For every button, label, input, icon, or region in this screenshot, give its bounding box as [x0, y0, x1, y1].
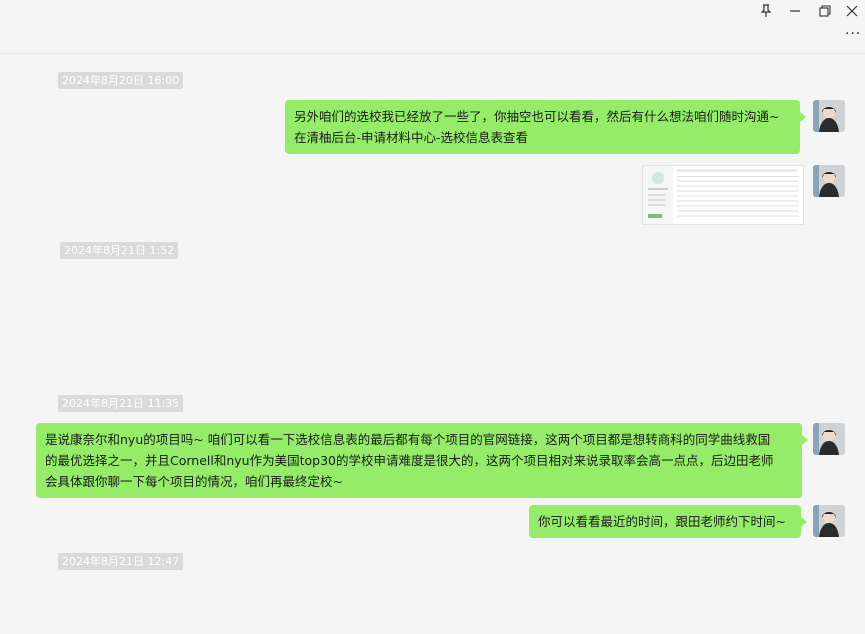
more-icon[interactable]: ···	[845, 26, 861, 42]
close-icon[interactable]	[838, 0, 865, 22]
avatar[interactable]	[813, 165, 845, 197]
message-text: 的最优选择之一，并且Cornell和nyu作为美国top30的学校申请难度是很大…	[45, 453, 774, 468]
timestamp: 2024年8月20日 16:00	[58, 72, 184, 89]
message-text: 是说康奈尔和nyu的项目吗~ 咱们可以看一下选校信息表的最后都有每个项目的官网链…	[45, 432, 771, 447]
message-bubble-outgoing[interactable]: 是说康奈尔和nyu的项目吗~ 咱们可以看一下选校信息表的最后都有每个项目的官网链…	[36, 423, 808, 498]
timestamp: 2024年8月21日 12:47	[58, 553, 184, 570]
chat-window: ··· 2024年8月20日 16:00 另外咱们的选校我已经放了一些了，你抽空…	[0, 0, 865, 634]
avatar[interactable]	[813, 505, 845, 537]
timestamp: 2024年8月21日 1:52	[60, 242, 179, 259]
timestamp: 2024年8月21日 11:35	[58, 395, 184, 412]
pin-icon[interactable]	[752, 0, 780, 22]
message-text: 会具体跟你聊一下每个项目的情况，咱们再最终定校~	[45, 474, 343, 489]
restore-icon[interactable]	[811, 0, 839, 22]
message-bubble-outgoing[interactable]: 你可以看看最近的时间，跟田老师约下时间~	[529, 505, 807, 538]
avatar[interactable]	[813, 423, 845, 455]
message-text: 在清柚后台-申请材料中心-选校信息表查看	[294, 130, 529, 145]
message-text: 另外咱们的选校我已经放了一些了，你抽空也可以看看，然后有什么想法咱们随时沟通~	[294, 109, 780, 124]
message-text: 你可以看看最近的时间，跟田老师约下时间~	[538, 514, 786, 529]
title-bar: ···	[0, 0, 865, 54]
message-list[interactable]: 2024年8月20日 16:00 另外咱们的选校我已经放了一些了，你抽空也可以看…	[0, 55, 865, 634]
avatar[interactable]	[813, 100, 845, 132]
image-message[interactable]	[642, 165, 804, 225]
message-bubble-outgoing[interactable]: 另外咱们的选校我已经放了一些了，你抽空也可以看看，然后有什么想法咱们随时沟通~ …	[285, 100, 806, 154]
minimize-icon[interactable]	[781, 0, 809, 22]
